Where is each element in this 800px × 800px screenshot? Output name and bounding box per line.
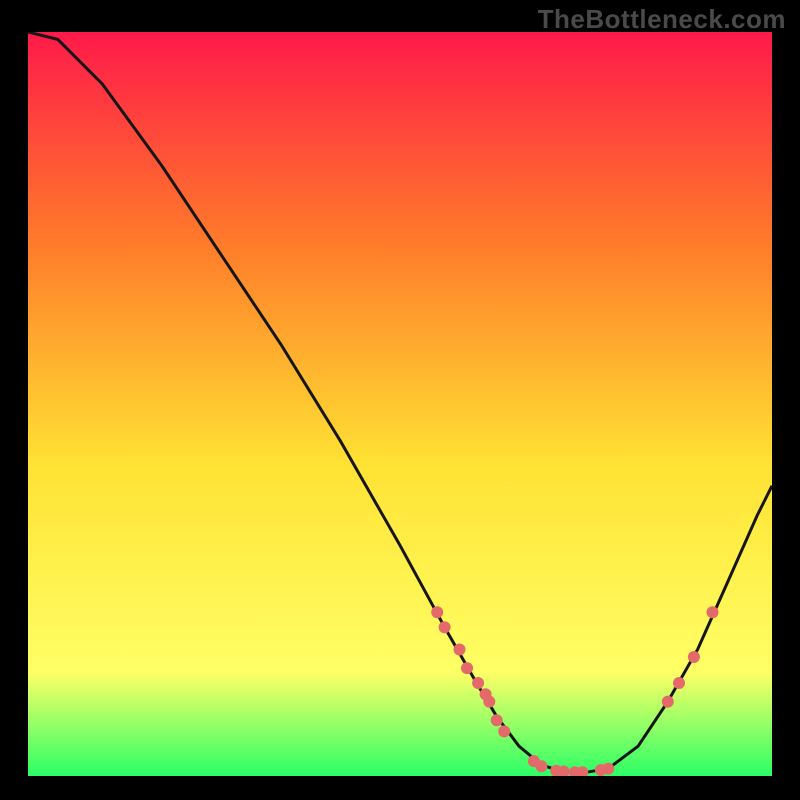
data-dot	[673, 677, 685, 689]
data-dot	[662, 696, 674, 708]
data-dot	[491, 714, 503, 726]
data-dot	[431, 606, 443, 618]
data-dot	[461, 662, 473, 674]
data-dot	[483, 696, 495, 708]
watermark-text: TheBottleneck.com	[538, 4, 786, 35]
chart-frame: TheBottleneck.com	[0, 0, 800, 800]
data-dot	[454, 644, 466, 656]
data-dot	[439, 621, 451, 633]
data-dot	[707, 606, 719, 618]
data-dot	[602, 763, 614, 775]
data-dot	[472, 677, 484, 689]
plot-area	[28, 32, 772, 776]
plot-svg	[28, 32, 772, 776]
data-dot	[688, 651, 700, 663]
gradient-background	[28, 32, 772, 776]
data-dot	[498, 725, 510, 737]
data-dot	[535, 760, 547, 772]
